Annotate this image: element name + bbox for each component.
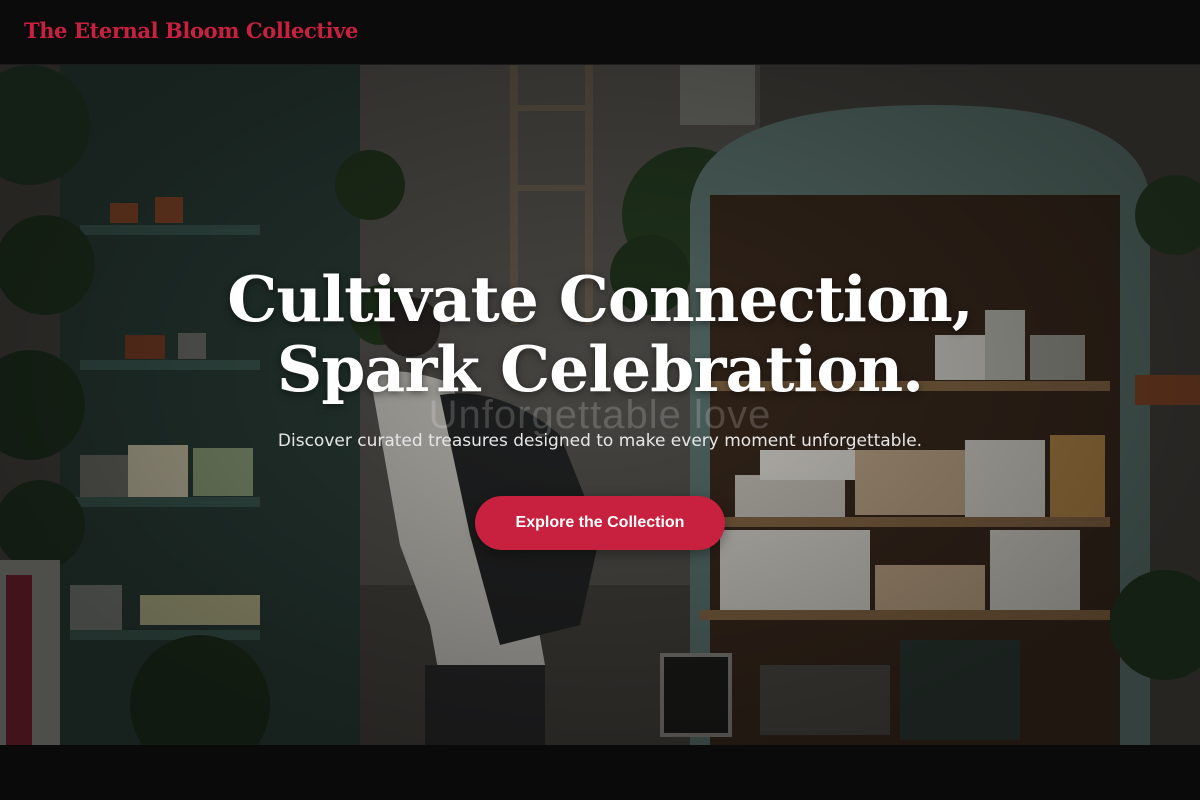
hero-section: Cultivate Connection, Spark Celebration.… (0, 65, 1200, 745)
hero-title-line-1: Cultivate Connection, (227, 262, 973, 336)
hero-subtitle: Discover curated treasures designed to m… (277, 431, 923, 451)
footer-band (0, 745, 1200, 800)
brand-logo[interactable]: The Eternal Bloom Collective (24, 18, 358, 43)
explore-collection-button[interactable]: Explore the Collection (475, 496, 725, 550)
hero-title: Cultivate Connection, Spark Celebration. (0, 264, 1200, 404)
site-header: The Eternal Bloom Collective (0, 0, 1200, 65)
